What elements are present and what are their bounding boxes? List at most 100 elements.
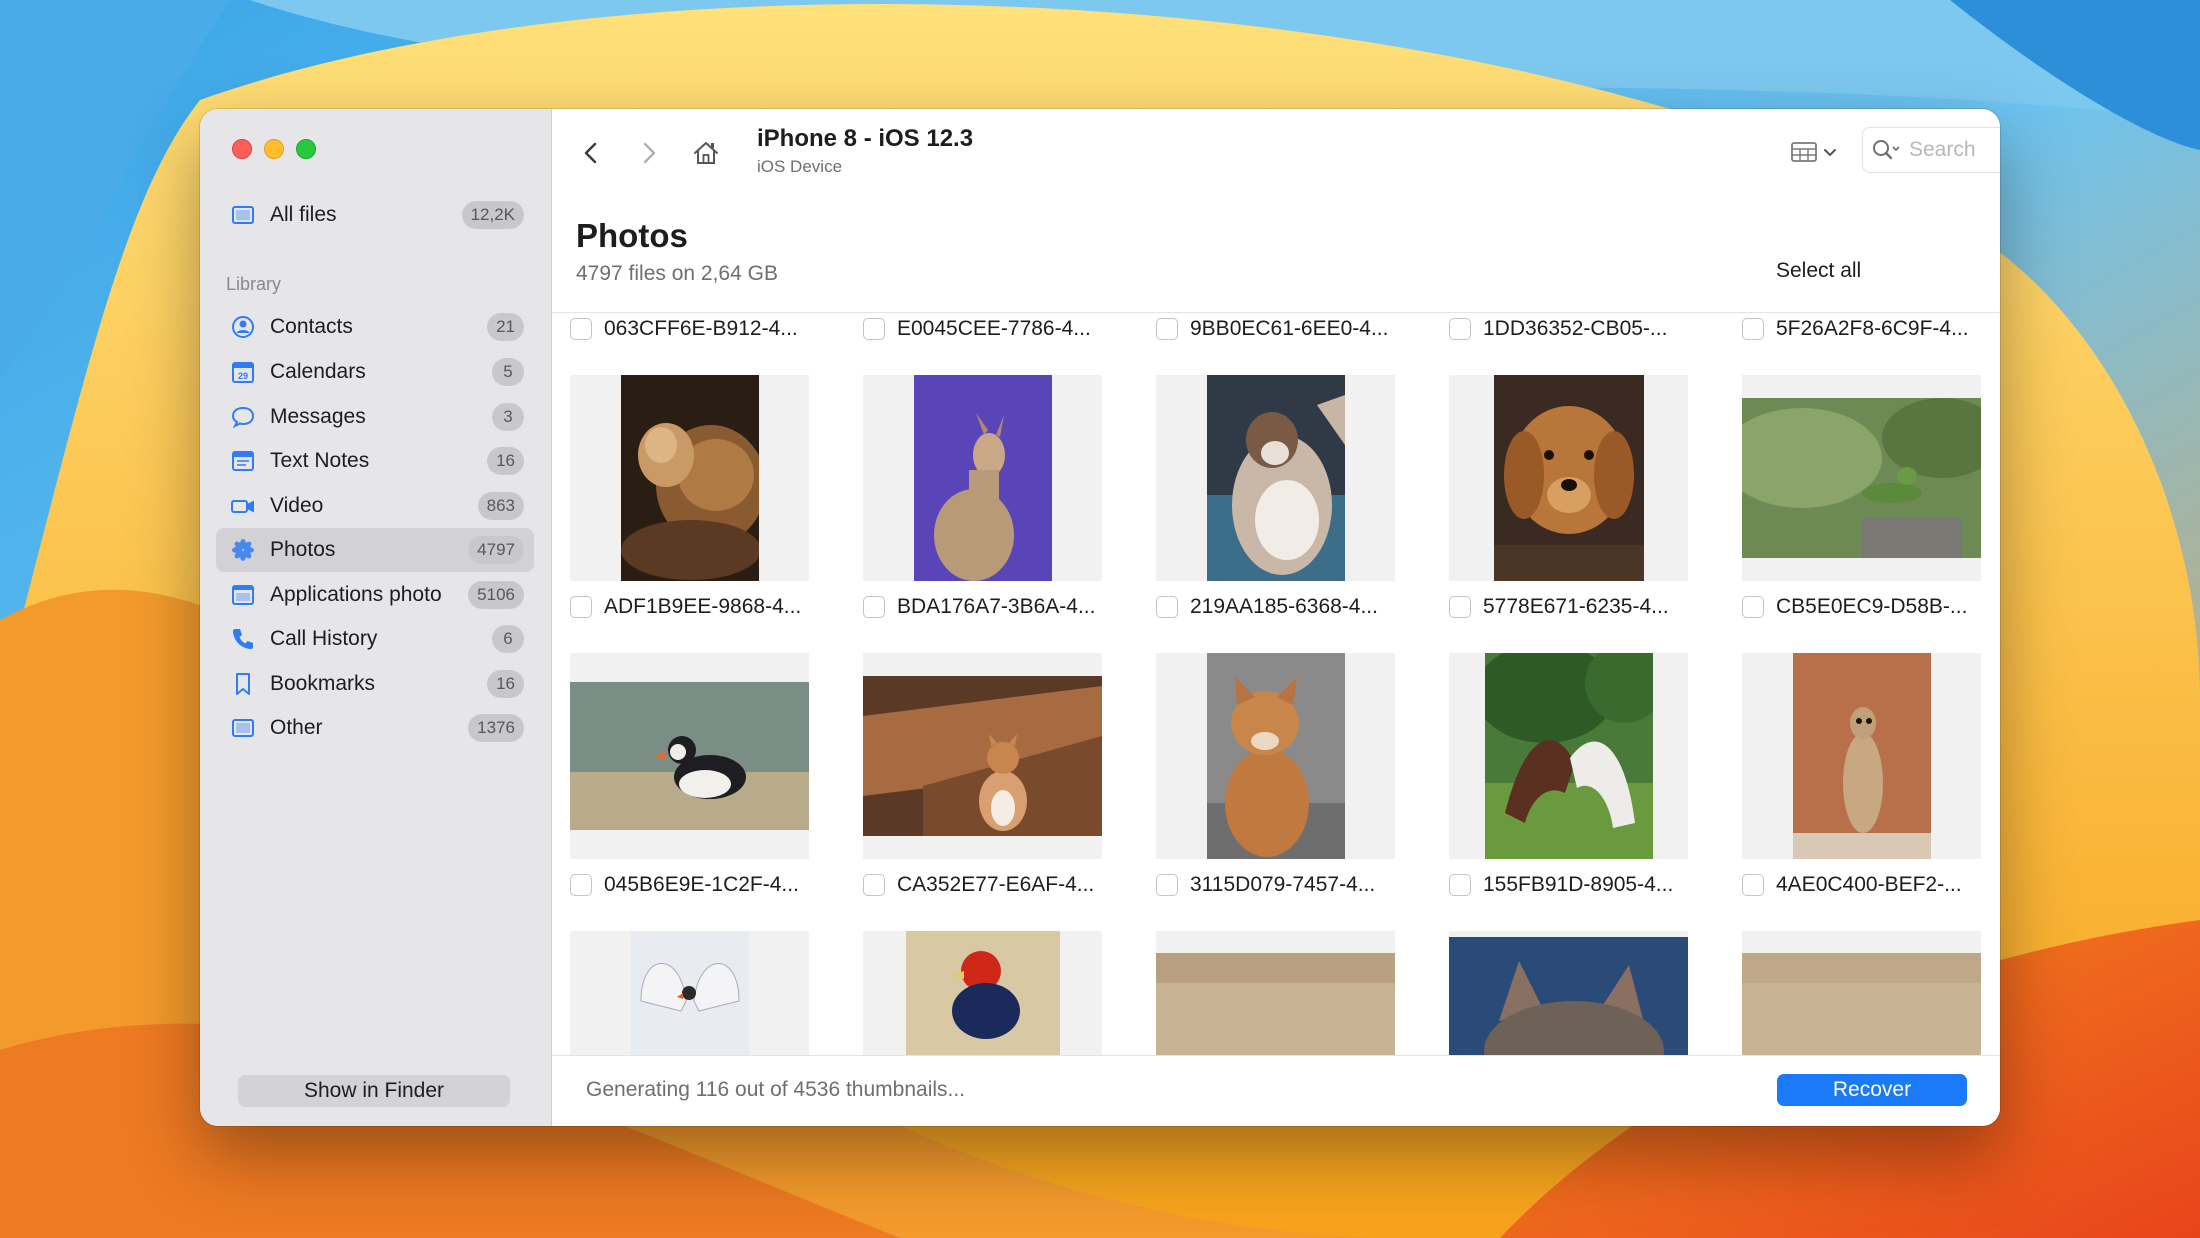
photo-thumbnail: [863, 375, 1102, 581]
photo-filename: 5F26A2F8-6C9F-4...: [1776, 317, 1969, 340]
calendar-icon: 29: [230, 359, 256, 385]
home-button[interactable]: [688, 135, 724, 171]
sidebar-item-calendars[interactable]: 29 Calendars 5: [216, 350, 534, 394]
forward-button[interactable]: [630, 135, 666, 171]
show-in-finder-button[interactable]: Show in Finder: [238, 1075, 510, 1107]
count-badge: 6: [492, 625, 524, 653]
sidebar-item-label: Bookmarks: [270, 672, 376, 695]
photo-thumbnail: [570, 375, 809, 581]
sidebar-item-text-notes[interactable]: Text Notes 16: [216, 439, 534, 483]
photos-icon: [230, 537, 256, 563]
phone-icon: [230, 626, 256, 652]
sidebar-item-label: Other: [270, 716, 323, 739]
sidebar-item-label: All files: [270, 203, 337, 226]
photo-thumbnail: [1156, 375, 1395, 581]
count-badge: 863: [477, 492, 524, 520]
window-controls: [232, 139, 316, 159]
photo-checkbox[interactable]: [570, 596, 592, 618]
video-icon: [230, 493, 256, 519]
photo-checkbox[interactable]: [570, 874, 592, 896]
photo-checkbox[interactable]: [1449, 596, 1471, 618]
messages-icon: [230, 404, 256, 430]
device-title: iPhone 8 - iOS 12.3: [757, 125, 974, 152]
count-badge: 3: [492, 403, 524, 431]
sidebar-item-other[interactable]: Other 1376: [216, 706, 534, 750]
photo-thumbnail: [863, 653, 1102, 859]
select-all-button[interactable]: Select all: [1776, 259, 1861, 283]
sidebar-item-label: Text Notes: [270, 449, 370, 472]
sidebar-item-bookmarks[interactable]: Bookmarks 16: [216, 662, 534, 706]
photo-thumbnail: [1449, 375, 1688, 581]
photo-thumbnail: [1742, 653, 1981, 859]
page-subtitle: 4797 files on 2,64 GB: [576, 262, 778, 285]
toolbar: iPhone 8 - iOS 12.3 iOS Device: [552, 109, 2000, 199]
sidebar-item-call-history[interactable]: Call History 6: [216, 617, 534, 661]
all-files-icon: [230, 202, 256, 228]
photo-filename: 1DD36352-CB05-...: [1483, 317, 1668, 340]
photo-checkbox[interactable]: [570, 318, 592, 340]
count-badge: 5106: [468, 581, 524, 609]
sidebar-item-all-files[interactable]: All files 12,2K: [216, 193, 534, 237]
photo-filename: 5778E671-6235-4...: [1483, 595, 1669, 618]
photo-checkbox[interactable]: [1449, 874, 1471, 896]
sidebar-item-label: Video: [270, 494, 324, 517]
sidebar-item-photos[interactable]: Photos 4797: [216, 528, 534, 572]
chevron-left-icon: [584, 142, 597, 164]
sidebar-item-applications-photo[interactable]: Applications photo 5106: [216, 573, 534, 617]
photo-filename: 045B6E9E-1C2F-4...: [604, 873, 799, 896]
sidebar-item-contacts[interactable]: Contacts 21: [216, 305, 534, 349]
count-badge: 1376: [468, 714, 524, 742]
photo-filename: 3115D079-7457-4...: [1190, 873, 1376, 896]
count-badge: 21: [487, 313, 524, 341]
photo-filename: 063CFF6E-B912-4...: [604, 317, 798, 340]
count-badge: 12,2K: [461, 201, 524, 229]
search-input[interactable]: [1909, 138, 2000, 162]
sidebar: All files 12,2K Library Contacts 21 29 C…: [200, 109, 552, 1126]
home-icon: [694, 142, 718, 164]
photo-filename: 9BB0EC61-6EE0-4...: [1190, 317, 1389, 340]
main-content: iPhone 8 - iOS 12.3 iOS Device Photos 47…: [552, 109, 2000, 1126]
photo-filename: E0045CEE-7786-4...: [897, 317, 1091, 340]
grid-view-icon: [1791, 142, 1817, 162]
photo-filename: BDA176A7-3B6A-4...: [897, 595, 1096, 618]
recover-button[interactable]: Recover: [1777, 1074, 1967, 1106]
minimize-button[interactable]: [264, 139, 284, 159]
photo-checkbox[interactable]: [1156, 596, 1178, 618]
sidebar-item-label: Call History: [270, 627, 378, 650]
close-button[interactable]: [232, 139, 252, 159]
photo-thumbnail: [1449, 653, 1688, 859]
photo-checkbox[interactable]: [863, 874, 885, 896]
photo-checkbox[interactable]: [863, 318, 885, 340]
photo-checkbox[interactable]: [1742, 318, 1764, 340]
svg-text:29: 29: [238, 371, 248, 381]
back-button[interactable]: [574, 135, 610, 171]
search-icon: [1873, 140, 1900, 160]
photo-filename: ADF1B9EE-9868-4...: [604, 595, 802, 618]
photo-checkbox[interactable]: [1156, 318, 1178, 340]
sidebar-item-video[interactable]: Video 863: [216, 484, 534, 528]
sidebar-item-messages[interactable]: Messages 3: [216, 395, 534, 439]
photo-checkbox[interactable]: [1449, 318, 1471, 340]
photo-checkbox[interactable]: [863, 596, 885, 618]
maximize-button[interactable]: [296, 139, 316, 159]
view-mode-dropdown[interactable]: [1790, 135, 1846, 169]
count-badge: 5: [492, 358, 524, 386]
search-field[interactable]: [1862, 127, 2000, 173]
photo-checkbox[interactable]: [1742, 874, 1764, 896]
sidebar-item-label: Applications photo: [270, 583, 442, 606]
photo-checkbox[interactable]: [1742, 596, 1764, 618]
app-photo-icon: [230, 582, 256, 608]
page-title: Photos: [576, 217, 688, 254]
sidebar-item-label: Messages: [270, 405, 366, 428]
count-badge: 16: [487, 447, 524, 475]
photo-thumbnail: [1156, 653, 1395, 859]
sidebar-item-label: Contacts: [270, 315, 353, 338]
photo-filename: 155FB91D-8905-4...: [1483, 873, 1674, 896]
other-icon: [230, 715, 256, 741]
photo-checkbox[interactable]: [1156, 874, 1178, 896]
sidebar-item-label: Photos: [270, 538, 336, 561]
library-section-label: Library: [226, 274, 282, 294]
photo-filename: CB5E0EC9-D58B-...: [1776, 595, 1968, 618]
contacts-icon: [230, 314, 256, 340]
count-badge: 4797: [468, 536, 524, 564]
